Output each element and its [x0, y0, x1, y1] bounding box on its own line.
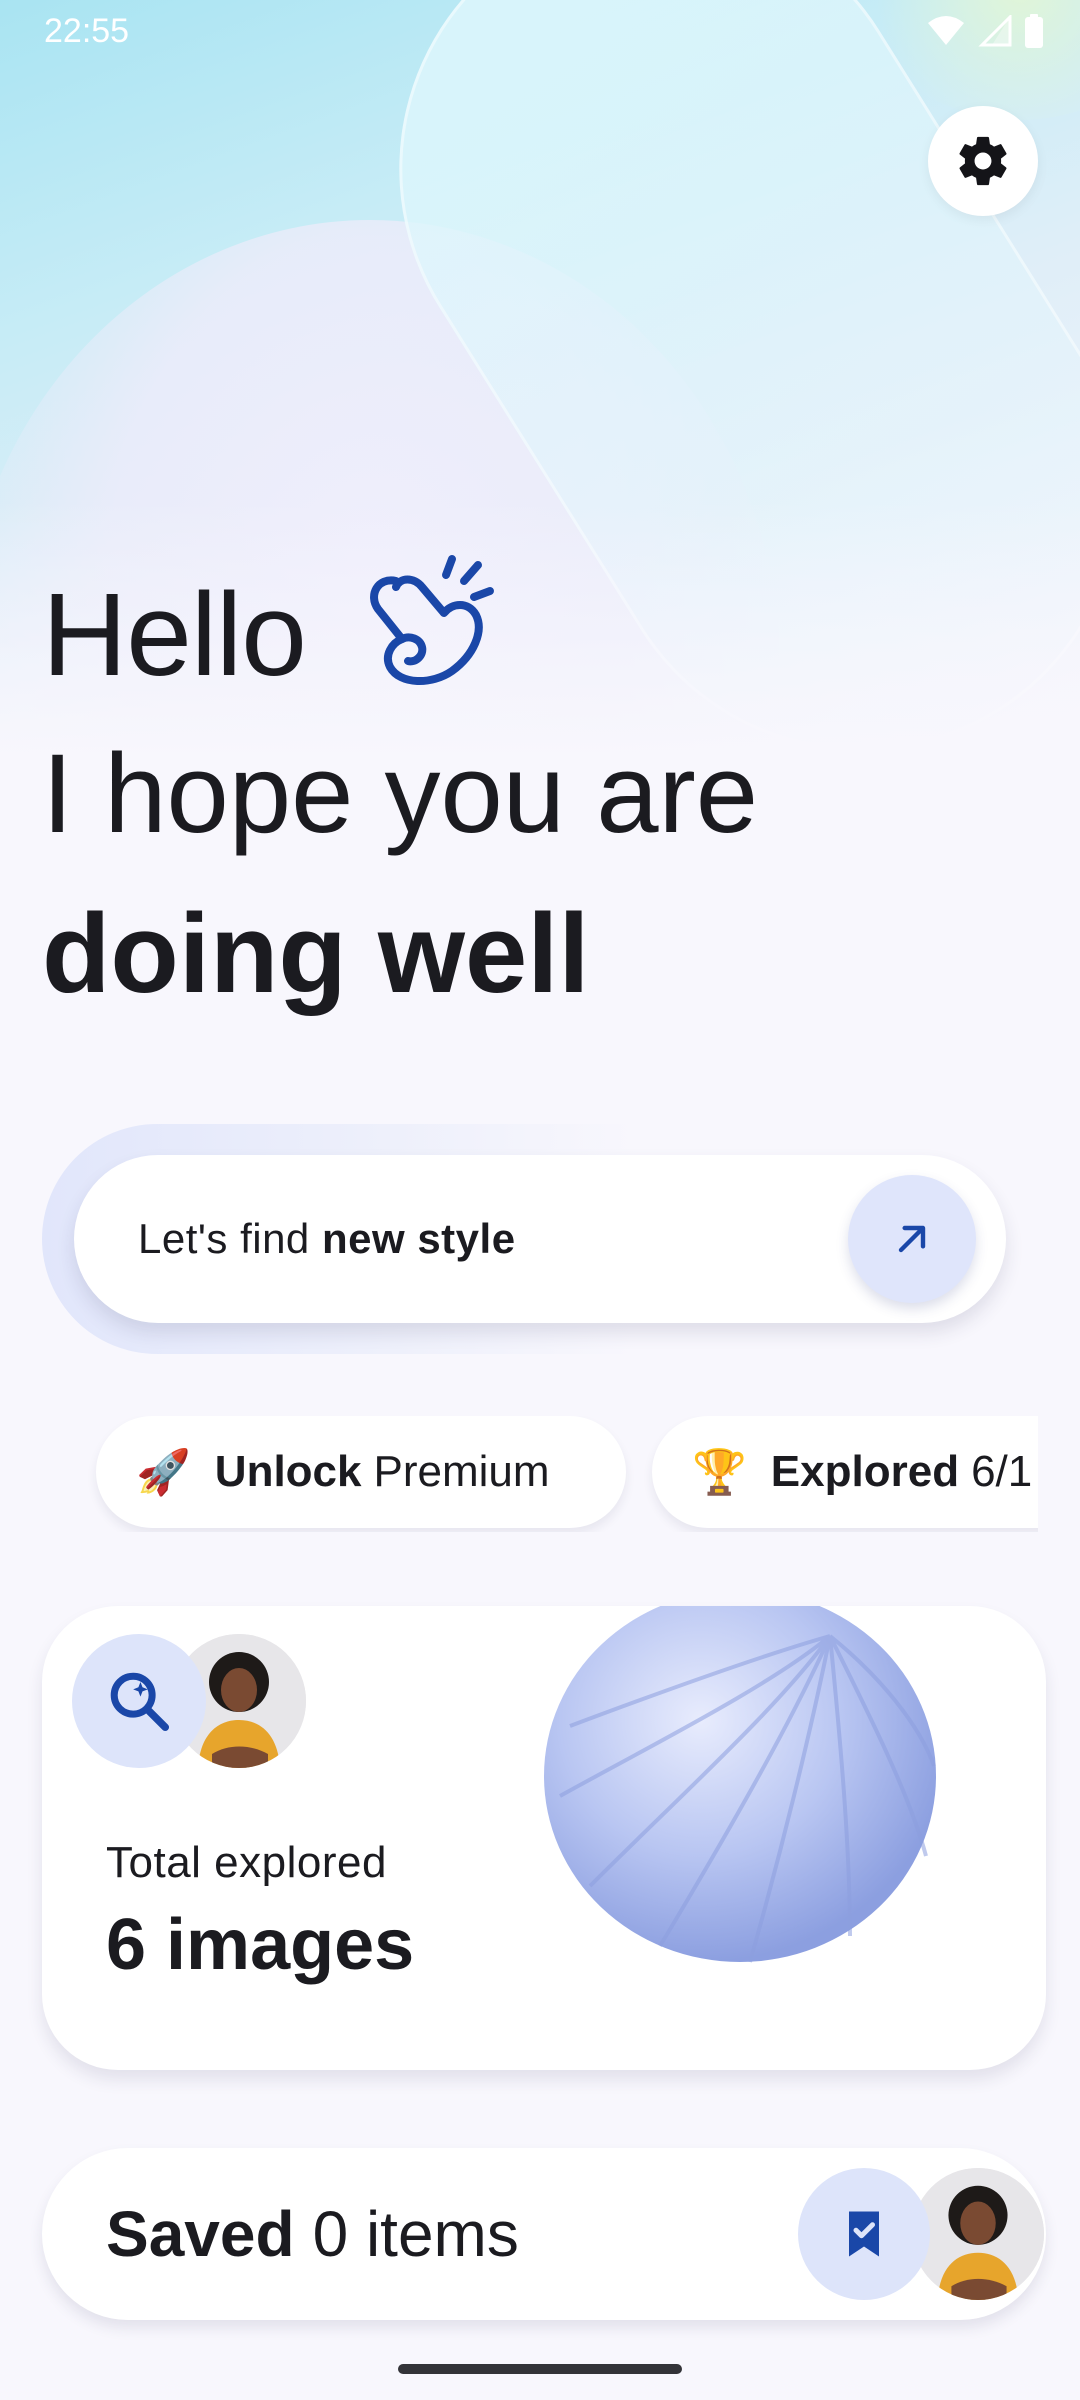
ribbed-sphere-illustration — [544, 1606, 936, 1963]
settings-button[interactable] — [928, 106, 1038, 216]
status-time: 22:55 — [44, 11, 130, 50]
sparkle-search-icon — [72, 1634, 206, 1768]
search-emphasis: new style — [321, 1215, 516, 1262]
greeting: Hello I hope you are doing well — [42, 555, 759, 1034]
chip-label: 6/1 — [971, 1447, 1033, 1496]
explored-chip[interactable]: 🏆 Explored 6/1 — [652, 1416, 1038, 1528]
status-bar: 22:55 — [0, 0, 1080, 62]
search-label: Let's find new style — [138, 1215, 516, 1262]
greeting-line-1: Hello — [42, 555, 758, 710]
waving-hand-icon — [356, 551, 496, 719]
total-explored-label: Total explored — [106, 1838, 387, 1887]
greeting-hello: Hello — [42, 569, 307, 701]
total-explored-value: 6 images — [106, 1905, 415, 1985]
chip-bold-label: Unlock — [214, 1447, 362, 1496]
chip-bold-label: Explored — [770, 1447, 960, 1496]
battery-icon — [1025, 14, 1043, 48]
greeting-line-2: I hope you are — [42, 731, 759, 856]
chip-label: Premium — [373, 1447, 550, 1496]
greeting-line-3: doing well — [42, 891, 590, 1016]
signal-icon — [978, 15, 1012, 47]
search-go-button[interactable] — [848, 1175, 976, 1303]
saved-label: Saved — [106, 2198, 295, 2270]
trophy-icon: 🏆 — [692, 1448, 747, 1497]
status-icons — [926, 14, 1044, 48]
rocket-icon: 🚀 — [136, 1448, 191, 1497]
bookmark-check-icon — [798, 2168, 930, 2300]
arrow-up-right-icon — [898, 1225, 926, 1253]
wifi-icon — [928, 16, 964, 45]
home-indicator[interactable] — [398, 2364, 682, 2374]
unlock-premium-chip[interactable]: 🚀 Unlock Premium — [96, 1416, 626, 1528]
saved-count: 0 items — [312, 2198, 519, 2270]
saved-card[interactable]: Saved 0 items — [42, 2148, 1046, 2320]
gear-icon — [959, 136, 1007, 186]
find-style-search[interactable]: Let's find new style — [74, 1155, 1006, 1323]
avatar — [912, 2168, 1044, 2300]
total-explored-card[interactable]: Total explored 6 images — [42, 1606, 1046, 2070]
chip-row: 🚀 Unlock Premium 🏆 Explored 6/1 — [0, 1416, 1038, 1532]
